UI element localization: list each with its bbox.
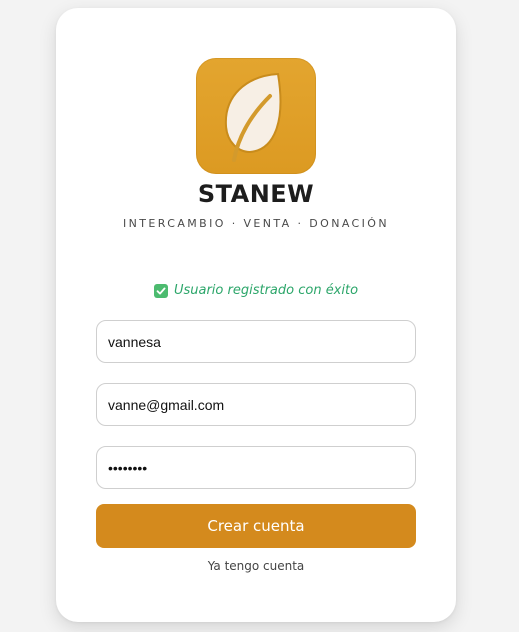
email-field[interactable] bbox=[96, 383, 416, 426]
leaf-icon bbox=[224, 72, 282, 162]
app-title: STANEW bbox=[197, 180, 315, 208]
password-field[interactable] bbox=[96, 446, 416, 489]
success-message: Usuario registrado con éxito bbox=[56, 283, 456, 298]
login-link[interactable]: Ya tengo cuenta bbox=[56, 559, 456, 573]
app-logo bbox=[196, 58, 316, 174]
username-field[interactable] bbox=[96, 320, 416, 363]
register-card: STANEW INTERCAMBIO · VENTA · DONACIÓN Us… bbox=[56, 8, 456, 622]
success-message-text: Usuario registrado con éxito bbox=[173, 283, 359, 298]
create-account-button[interactable]: Crear cuenta bbox=[96, 504, 416, 548]
check-box-icon bbox=[153, 283, 168, 298]
app-tagline: INTERCAMBIO · VENTA · DONACIÓN bbox=[123, 217, 389, 230]
